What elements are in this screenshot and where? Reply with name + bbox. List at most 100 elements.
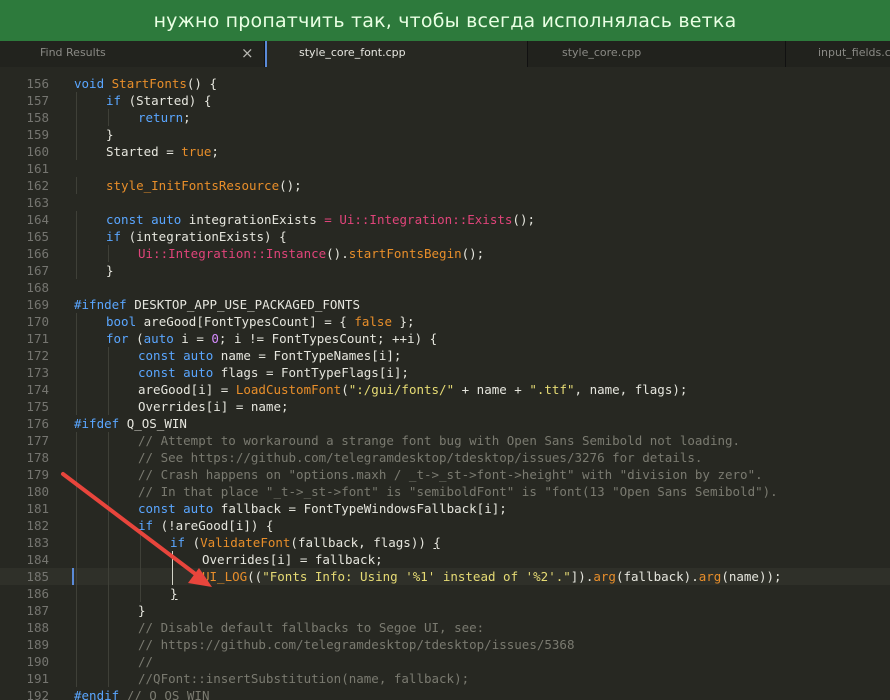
code-line[interactable]: if (integrationExists) { [106, 228, 287, 245]
code-token: auto [143, 331, 182, 346]
code-token: Q_OS_WIN [126, 416, 187, 431]
code-token: } [106, 127, 114, 142]
code-line[interactable]: const auto flags = FontTypeFlags[i]; [138, 364, 409, 381]
tab-label: style_core.cpp [562, 46, 642, 59]
code-token: areGood[i] = [138, 382, 236, 397]
code-line[interactable]: Overrides[i] = fallback; [202, 551, 383, 568]
code-token: Started = [106, 144, 182, 159]
code-token: //QFont::insertSubstitution(name, fallba… [138, 671, 470, 686]
indent-guide [76, 109, 77, 126]
text-caret [72, 568, 74, 585]
tab-input-fields[interactable]: input_fields.cpp [785, 41, 890, 67]
code-token: bool [106, 314, 144, 329]
code-line[interactable]: // Crash happens on "options.maxh / _t->… [138, 466, 763, 483]
code-line[interactable]: } [106, 126, 114, 143]
banner-text: нужно пропатчить так, чтобы всегда испол… [153, 9, 737, 32]
code-token: false [354, 314, 392, 329]
code-line[interactable]: // https://github.com/telegramdesktop/td… [138, 636, 575, 653]
line-number: 167 [26, 263, 49, 278]
indent-guide [108, 381, 109, 398]
indent-guide [108, 534, 109, 551]
code-editor[interactable]: 156 157 158 159 160 161 162 163 164 165 166 167 168 1… [0, 67, 890, 700]
code-line[interactable]: } [170, 585, 178, 602]
indent-guide [108, 109, 109, 126]
code-token: // Q_OS_WIN [126, 688, 210, 700]
line-number: 189 [26, 637, 49, 652]
code-line[interactable]: for (auto i = 0; i != FontTypesCount; ++… [106, 330, 437, 347]
code-token: + name + [454, 382, 530, 397]
code-token: const auto [106, 212, 189, 227]
code-token: (fallback). [615, 569, 699, 584]
code-token: Overrides[i] = fallback; [202, 552, 383, 567]
line-number: 166 [26, 246, 49, 261]
indent-guide [108, 636, 109, 653]
line-number: 174 [26, 382, 49, 397]
line-number: 160 [26, 144, 49, 159]
code-line[interactable]: // Attempt to workaround a strange font … [138, 432, 740, 449]
code-token: UI_LOG [202, 569, 248, 584]
tab-find-results[interactable]: Find Results × [0, 41, 265, 67]
code-line[interactable]: areGood[i] = LoadCustomFont(":/gui/fonts… [138, 381, 687, 398]
indent-guide [76, 670, 77, 687]
indent-guide [76, 330, 77, 347]
code-line[interactable]: Started = true; [106, 143, 219, 160]
code-line[interactable]: if (!areGood[i]) { [138, 517, 273, 534]
indent-guide [108, 398, 109, 415]
code-line[interactable]: const auto fallback = FontTypeWindowsFal… [138, 500, 507, 517]
code-token: if [106, 93, 129, 108]
code-line[interactable]: #ifndef DESKTOP_APP_USE_PACKAGED_FONTS [74, 296, 360, 313]
code-line[interactable]: UI_LOG(("Fonts Info: Using '%1' instead … [202, 568, 782, 585]
line-number: 180 [26, 484, 49, 499]
indent-guide [108, 483, 109, 500]
tab-style-core-font[interactable]: style_core_font.cpp [265, 41, 527, 67]
code-token: , name, flags); [574, 382, 688, 397]
code-line[interactable]: style_InitFontsResource(); [106, 177, 302, 194]
code-line[interactable]: // Disable default fallbacks to Segoe UI… [138, 619, 484, 636]
code-line[interactable]: #ifdef Q_OS_WIN [74, 415, 187, 432]
code-line[interactable]: } [106, 262, 114, 279]
line-number: 178 [26, 450, 49, 465]
line-number: 173 [26, 365, 49, 380]
code-token: const auto [138, 348, 221, 363]
code-token: ".ttf" [529, 382, 575, 397]
code-line[interactable]: const auto name = FontTypeNames[i]; [138, 347, 401, 364]
code-line[interactable]: } [138, 602, 146, 619]
code-line[interactable]: bool areGood[FontTypesCount] = { false }… [106, 313, 415, 330]
code-token: #ifndef [74, 297, 135, 312]
indent-guide [108, 653, 109, 670]
line-number: 179 [26, 467, 49, 482]
tab-style-core[interactable]: style_core.cpp [527, 41, 785, 67]
code-token: ; [183, 110, 191, 125]
code-token: #endif [74, 688, 127, 700]
code-token: (); [461, 246, 485, 261]
code-token: return [138, 110, 184, 125]
indent-guide [76, 653, 77, 670]
line-number: 164 [26, 212, 49, 227]
code-token: integrationExists [188, 212, 325, 227]
code-line[interactable]: if (ValidateFont(fallback, flags)) { [170, 534, 441, 551]
code-line[interactable]: // In that place "_t->_st->font" is "sem… [138, 483, 778, 500]
code-token: ; i != FontTypesCount; ++i) { [218, 331, 438, 346]
line-number: 172 [26, 348, 49, 363]
indent-guide [108, 585, 109, 602]
code-line[interactable]: Ui::Integration::Instance().startFontsBe… [138, 245, 484, 262]
line-number: 169 [26, 297, 49, 312]
code-line[interactable]: void StartFonts() { [74, 75, 217, 92]
code-line[interactable]: return; [138, 109, 191, 126]
indent-guide [76, 517, 77, 534]
close-icon[interactable]: × [241, 43, 255, 63]
line-number: 161 [26, 161, 49, 176]
tab-label: input_fields.cpp [818, 46, 890, 59]
line-number: 185 [26, 569, 49, 584]
code-line[interactable]: // [138, 653, 153, 670]
code-line[interactable]: // See https://github.com/telegramdeskto… [138, 449, 702, 466]
code-line[interactable]: if (Started) { [106, 92, 211, 109]
indent-guide [76, 143, 77, 160]
indent-guide [108, 602, 109, 619]
code-line[interactable]: const auto integrationExists = Ui::Integ… [106, 211, 535, 228]
code-token: ValidateFont [200, 535, 291, 550]
line-number: 184 [26, 552, 49, 567]
code-line[interactable]: //QFont::insertSubstitution(name, fallba… [138, 670, 469, 687]
code-line[interactable]: #endif // Q_OS_WIN [74, 687, 209, 700]
code-line[interactable]: Overrides[i] = name; [138, 398, 289, 415]
